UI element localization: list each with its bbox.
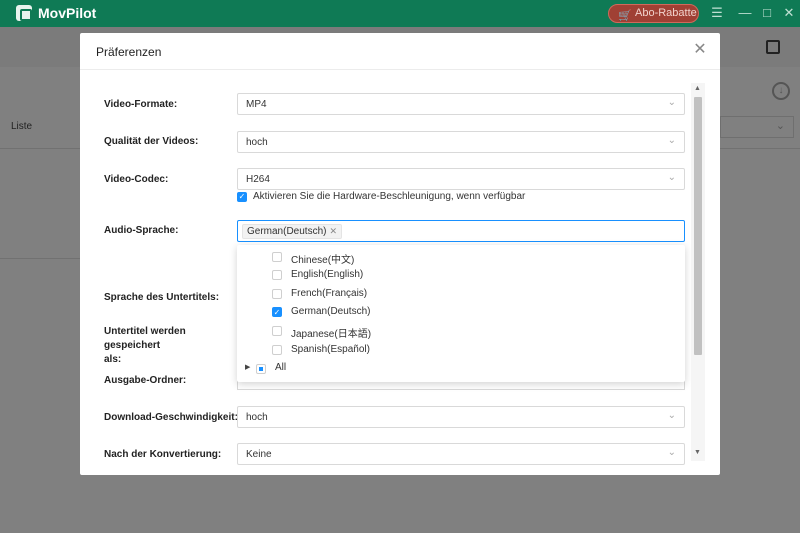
subtitle-save-label-line1: Untertitel werden gespeichert	[104, 326, 186, 351]
option-label: French(Français)	[291, 288, 368, 299]
option-label: German(Deutsch)	[291, 306, 371, 317]
audio-language-dropdown: Chinese(中文) English(English) French(Fran…	[237, 245, 685, 382]
close-icon[interactable]: ✕	[692, 42, 708, 58]
tag-label: German(Deutsch)	[247, 226, 327, 237]
cart-icon: 🛒	[618, 10, 632, 22]
video-format-label: Video-Formate:	[104, 99, 178, 110]
option-label: Spanish(Español)	[291, 344, 370, 355]
option-checkbox[interactable]: ✓	[272, 307, 282, 317]
option-checkbox[interactable]	[272, 252, 282, 262]
subtitle-save-label: Untertitel werden gespeichert als:	[104, 325, 244, 367]
hardware-accel-label: Aktivieren Sie die Hardware-Beschleunigu…	[253, 191, 526, 202]
movpilot-logo-icon	[16, 5, 32, 21]
video-quality-select[interactable]: hoch ⌄	[237, 131, 685, 153]
option-checkbox[interactable]	[272, 345, 282, 355]
video-quality-value: hoch	[246, 137, 268, 148]
divider	[0, 258, 80, 259]
video-codec-label: Video-Codec:	[104, 174, 169, 185]
download-icon: ↓	[772, 82, 790, 100]
audio-option[interactable]: Spanish(Español)	[272, 342, 572, 358]
scroll-up-icon[interactable]: ▲	[694, 85, 701, 92]
video-format-value: MP4	[246, 99, 267, 110]
audio-option-all[interactable]: ▶ All	[245, 361, 445, 377]
after-conversion-select[interactable]: Keine ⌄	[237, 443, 685, 465]
audio-option[interactable]: Chinese(中文)	[272, 249, 572, 266]
download-speed-value: hoch	[246, 412, 268, 423]
audio-option[interactable]: French(Français)	[272, 286, 572, 302]
option-checkbox[interactable]	[272, 326, 282, 336]
audio-language-label: Audio-Sprache:	[104, 225, 179, 236]
promo-button[interactable]: 🛒 Abo-Rabatte	[608, 4, 699, 23]
option-label: Chinese(中文)	[291, 255, 355, 266]
dialog-title: Präferenzen	[96, 45, 162, 59]
audio-option[interactable]: ✓ German(Deutsch)	[272, 304, 572, 320]
scrollbar-thumb[interactable]	[694, 97, 702, 355]
remove-tag-icon[interactable]: ✕	[329, 226, 337, 236]
subtitle-save-label-line2: als:	[104, 354, 122, 365]
app-name: MovPilot	[38, 5, 97, 21]
chevron-down-icon: ⌄	[775, 120, 785, 132]
option-label: English(English)	[291, 269, 364, 280]
expand-arrow-icon[interactable]: ▶	[245, 363, 250, 371]
hardware-accel-checkbox[interactable]: ✓	[237, 192, 247, 202]
menu-icon[interactable]: ☰	[709, 4, 725, 22]
chevron-down-icon: ⌄	[667, 410, 676, 421]
download-speed-select[interactable]: hoch ⌄	[237, 406, 685, 428]
maximize-icon[interactable]: □	[759, 4, 775, 22]
minimize-icon[interactable]: —	[737, 4, 753, 22]
video-format-select[interactable]: MP4 ⌄	[237, 93, 685, 115]
subtitle-language-label: Sprache des Untertitels:	[104, 292, 220, 303]
selected-language-tag: German(Deutsch) ✕	[242, 224, 343, 239]
background-list-label: Liste	[11, 121, 33, 132]
all-label: All	[275, 362, 287, 373]
after-conversion-label: Nach der Konvertierung:	[104, 449, 222, 460]
video-codec-value: H264	[246, 174, 270, 185]
chevron-down-icon: ⌄	[667, 97, 676, 108]
divider	[80, 69, 720, 70]
video-codec-select[interactable]: H264 ⌄	[237, 168, 685, 190]
grid-view-icon	[766, 40, 780, 54]
title-bar: MovPilot 🛒 Abo-Rabatte ☰ — □ ✕	[0, 0, 800, 27]
chevron-down-icon: ⌄	[667, 447, 676, 458]
background-select: ⌄	[720, 116, 794, 138]
audio-option[interactable]: English(English)	[272, 267, 572, 283]
output-folder-label: Ausgabe-Ordner:	[104, 375, 187, 386]
audio-option[interactable]: Japanese(日本語)	[272, 323, 572, 340]
download-speed-label: Download-Geschwindigkeit:	[104, 412, 238, 423]
after-conversion-value: Keine	[246, 449, 272, 460]
scroll-down-icon[interactable]: ▼	[694, 449, 701, 456]
audio-language-select[interactable]: German(Deutsch) ✕	[237, 220, 685, 242]
all-checkbox[interactable]	[256, 364, 266, 374]
chevron-down-icon: ⌄	[667, 135, 676, 146]
promo-label: Abo-Rabatte	[635, 7, 697, 19]
option-checkbox[interactable]	[272, 270, 282, 280]
preferences-dialog: Präferenzen ✕ Video-Formate: MP4 ⌄ Quali…	[80, 33, 720, 475]
option-checkbox[interactable]	[272, 289, 282, 299]
option-label: Japanese(日本語)	[291, 329, 372, 340]
video-quality-label: Qualität der Videos:	[104, 136, 199, 147]
chevron-down-icon: ⌄	[667, 172, 676, 183]
close-window-icon[interactable]: ✕	[781, 4, 797, 22]
